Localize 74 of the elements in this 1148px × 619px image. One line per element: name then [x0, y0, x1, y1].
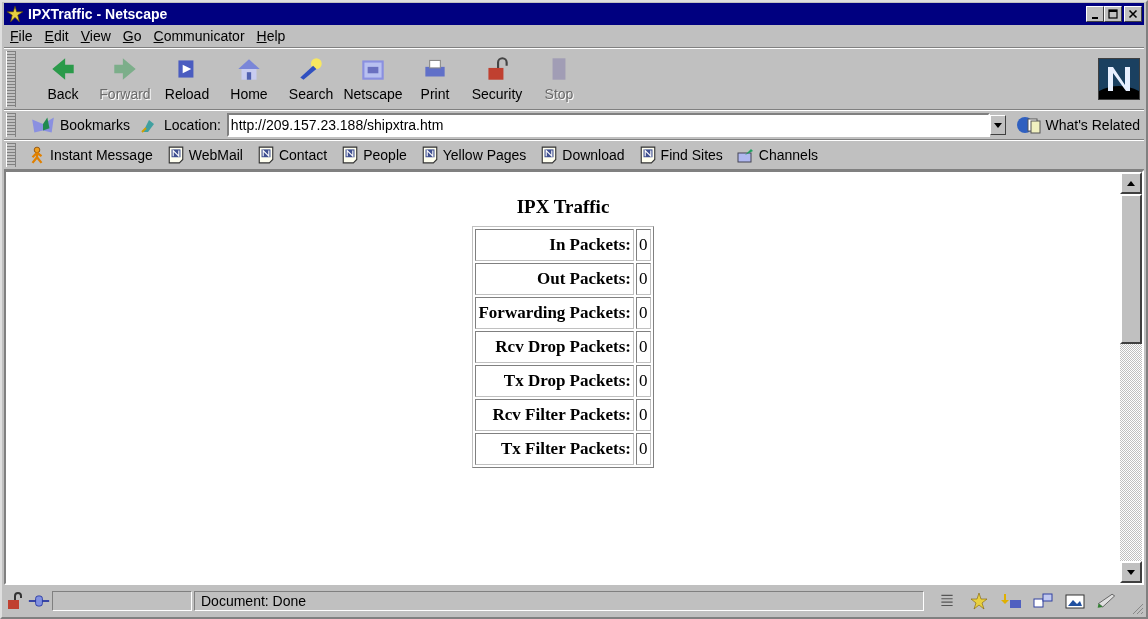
picture-icon[interactable]: [1064, 592, 1086, 610]
page-icon: [166, 146, 185, 164]
row-label: Out Packets:: [475, 263, 634, 295]
whats-related-button[interactable]: What's Related: [1011, 115, 1144, 135]
personal-bar-link[interactable]: Instant Message: [22, 146, 159, 164]
mail-icon[interactable]: [1000, 592, 1022, 610]
row-label: In Packets:: [475, 229, 634, 261]
toolbar-button[interactable]: Print: [404, 56, 466, 102]
minimize-icon: [1092, 16, 1098, 19]
personal-bar-link[interactable]: Yellow Pages: [414, 146, 533, 164]
location-field[interactable]: http://209.157.23.188/shipxtra.htm: [226, 113, 990, 137]
scroll-up-button[interactable]: [1120, 172, 1142, 194]
toolbar-button[interactable]: Back: [32, 56, 94, 102]
table-cell: 0: [636, 399, 651, 431]
logo-drawing: [1098, 58, 1140, 100]
status-text: Document: Done: [194, 591, 924, 611]
caret-icon: [1127, 569, 1135, 575]
scroll-thumb[interactable]: [1120, 194, 1142, 344]
row-label: Rcv Filter Packets:: [475, 399, 634, 431]
close-button[interactable]: [1124, 6, 1142, 22]
toolbar-button[interactable]: Reload: [156, 56, 218, 102]
menu-item[interactable]: Communicator: [147, 28, 251, 44]
menu-item[interactable]: View: [74, 28, 117, 44]
page-icon: [638, 146, 657, 164]
location-label: Location:: [164, 117, 221, 133]
table-cell: 0: [636, 365, 651, 397]
page-icon: [341, 146, 360, 164]
page-icon: [420, 146, 439, 164]
row-label: Rcv Drop Packets:: [475, 331, 634, 363]
pen-icon[interactable]: [1096, 592, 1118, 610]
page-icon: [256, 146, 275, 164]
menu-item[interactable]: Help: [250, 28, 292, 44]
table-cell: 0: [636, 229, 651, 261]
row-label: Forwarding Packets:: [475, 297, 634, 329]
toolbar-button[interactable]: Security: [466, 56, 528, 102]
personal-bar-link[interactable]: Contact: [250, 146, 334, 164]
personal-bar-link[interactable]: Channels: [730, 146, 824, 164]
menu-item[interactable]: Go: [116, 28, 148, 44]
vertical-scrollbar[interactable]: [1120, 172, 1142, 583]
toolbar-grip[interactable]: [6, 51, 16, 107]
personal-bar-link[interactable]: People: [335, 146, 413, 164]
chat-icon[interactable]: [1032, 592, 1054, 610]
table-cell: 0: [636, 433, 651, 465]
window-title: IPXTraffic - Netscape: [28, 6, 169, 22]
page-heading: IPX Traffic: [516, 196, 610, 218]
star-icon[interactable]: [968, 592, 990, 610]
toolbar-button[interactable]: Netscape: [342, 56, 404, 102]
row-label: Tx Drop Packets:: [475, 365, 634, 397]
star-icon: [6, 5, 24, 23]
minimize-button[interactable]: [1086, 6, 1104, 22]
toolbar-grip[interactable]: [6, 113, 16, 137]
maximize-icon: [1108, 9, 1118, 19]
table-cell: 0: [636, 297, 651, 329]
caret-icon: [993, 122, 1002, 128]
resize-grip[interactable]: [1130, 601, 1144, 615]
globe-icon: [1015, 115, 1042, 135]
toolbar-grip[interactable]: [6, 143, 16, 167]
table-cell: 0: [636, 331, 651, 363]
page-icon: [540, 146, 559, 164]
personal-bar-link[interactable]: Find Sites: [632, 146, 729, 164]
caret-icon: [1127, 180, 1135, 186]
menu-item[interactable]: Edit: [38, 28, 75, 44]
maximize-button[interactable]: [1104, 6, 1122, 22]
personal-bar-link[interactable]: WebMail: [160, 146, 249, 164]
personal-bar-link[interactable]: Download: [534, 146, 631, 164]
row-label: Tx Filter Packets:: [475, 433, 634, 465]
toolbar-button[interactable]: Home: [218, 56, 280, 102]
toolbar-button[interactable]: Search: [280, 56, 342, 102]
scroll-down-button[interactable]: [1120, 561, 1142, 583]
close-icon: [1128, 9, 1138, 19]
menu-item[interactable]: File: [4, 28, 39, 44]
table-cell: 0: [636, 263, 651, 295]
connection-icon: [28, 592, 50, 610]
bookmarks-button[interactable]: Bookmarks: [26, 115, 135, 135]
